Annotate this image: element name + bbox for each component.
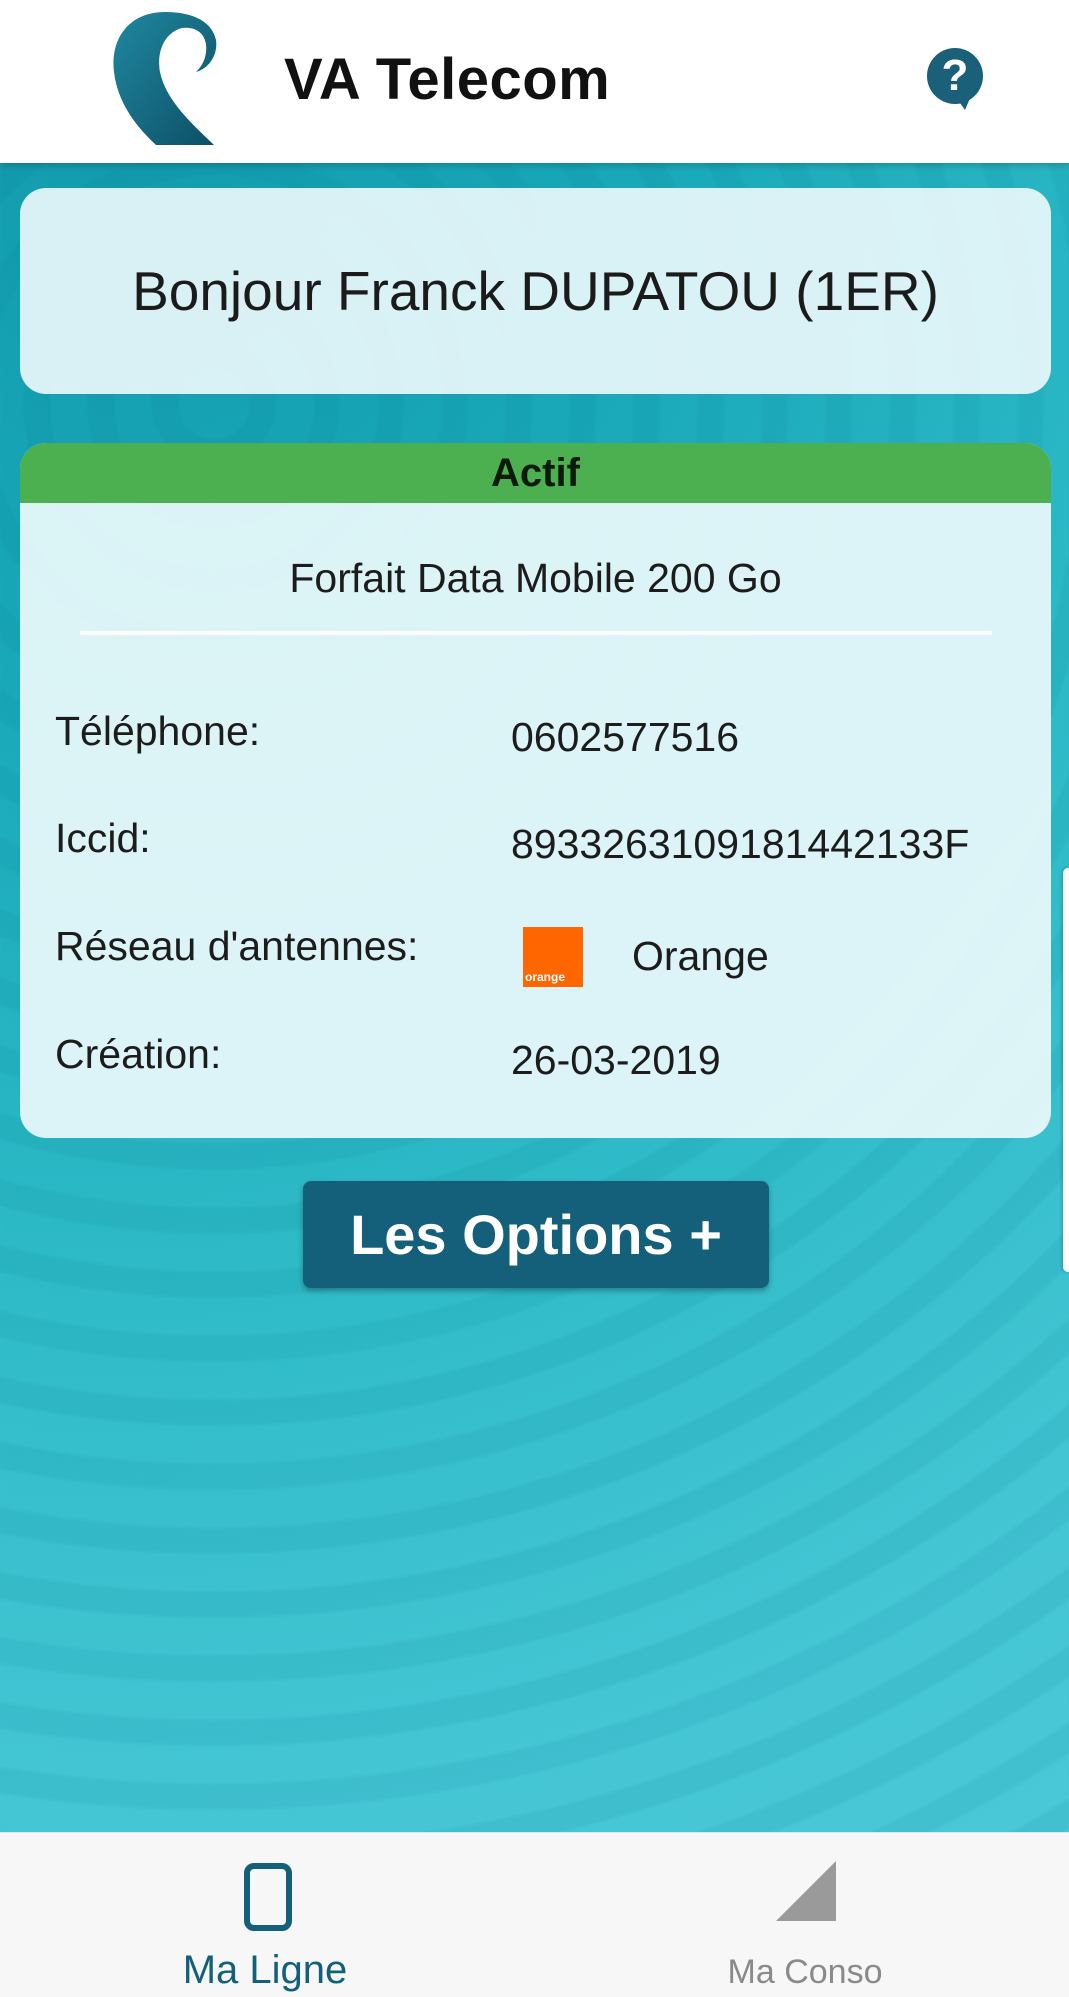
phone-row: Téléphone: 0602577516: [55, 708, 1045, 768]
greeting-text: Bonjour Franck DUPATOU (1ER): [132, 260, 939, 322]
status-badge: Actif: [20, 443, 1051, 503]
network-row: Réseau d'antennes: orange Orange: [55, 923, 1045, 987]
greeting-card: Bonjour Franck DUPATOU (1ER): [20, 188, 1051, 394]
iccid-value: 8933263109181442133F: [511, 821, 970, 867]
help-bubble-icon[interactable]: ?: [927, 48, 983, 110]
bottom-nav: Ma Ligne Ma Conso: [0, 1832, 1069, 1997]
va-telecom-logo: [113, 12, 217, 145]
nav-ma-conso-label: Ma Conso: [727, 1953, 883, 1991]
creation-label: Création:: [55, 1031, 222, 1077]
phone-label: Téléphone:: [55, 708, 261, 754]
signal-icon: [776, 1861, 836, 1921]
options-button[interactable]: Les Options +: [303, 1181, 769, 1288]
iccid-row: Iccid: 8933263109181442133F: [55, 815, 1045, 875]
nav-ma-ligne[interactable]: Ma Ligne: [150, 1833, 380, 1997]
network-value: Orange: [632, 933, 769, 979]
app-title: VA Telecom: [284, 47, 611, 112]
nav-ma-ligne-label: Ma Ligne: [182, 1948, 348, 1992]
network-label: Réseau d'antennes:: [55, 923, 419, 969]
phone-value: 0602577516: [511, 714, 740, 760]
creation-value: 26-03-2019: [511, 1037, 721, 1083]
orange-logo-icon: orange: [523, 927, 583, 987]
creation-row: Création: 26-03-2019: [55, 1031, 1045, 1091]
phone-icon: [244, 1863, 292, 1931]
app-header: VA Telecom ?: [0, 0, 1069, 163]
nav-ma-conso[interactable]: Ma Conso: [700, 1833, 910, 1997]
plan-name: Forfait Data Mobile 200 Go: [289, 555, 782, 601]
iccid-label: Iccid:: [55, 815, 151, 861]
side-drawer-handle[interactable]: [1063, 868, 1069, 1272]
line-card: Actif Forfait Data Mobile 200 Go Télépho…: [20, 443, 1051, 1138]
divider: [80, 631, 992, 635]
